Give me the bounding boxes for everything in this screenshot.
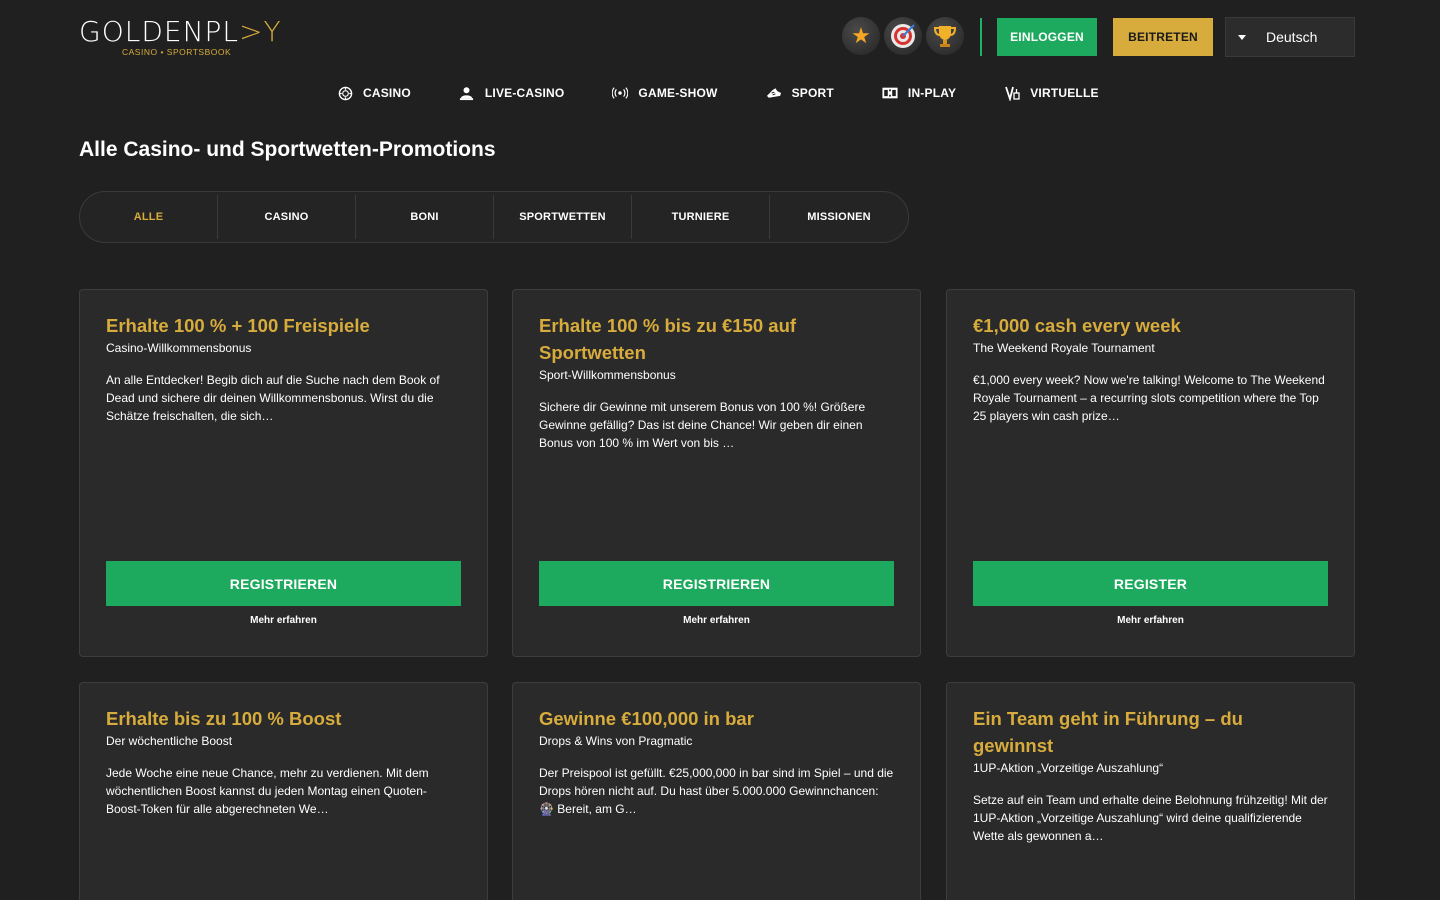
promo-description: Jede Woche eine neue Chance, mehr zu ver… <box>106 766 429 816</box>
promo-description: Der Preispool ist gefüllt. €25,000,000 i… <box>539 766 894 816</box>
promo-card: €1,000 cash every week The Weekend Royal… <box>946 289 1355 657</box>
nav-item-sport[interactable]: SPORT <box>766 85 834 101</box>
learn-more-link[interactable]: Mehr erfahren <box>973 615 1328 626</box>
casino-chip-icon <box>337 85 353 101</box>
goldenplay-logo[interactable]: GOLDENPL>Y CASINO • SPORTSBOOK <box>79 15 282 60</box>
language-select[interactable]: Deutsch <box>1225 17 1355 57</box>
promo-title: Gewinne €100,000 in bar <box>539 708 754 729</box>
broadcast-icon <box>612 85 629 101</box>
sport-shoe-icon <box>766 85 782 101</box>
tab-boni[interactable]: BONI <box>356 195 494 239</box>
promo-title: Ein Team geht in Führung – du gewinnst <box>973 708 1243 756</box>
promo-card: Erhalte 100 % + 100 Freispiele Casino-Wi… <box>79 289 488 657</box>
nav-item-casino[interactable]: CASINO <box>337 85 411 101</box>
page-title: Alle Casino- und Sportwetten-Promotions <box>79 138 496 161</box>
register-button[interactable]: REGISTRIEREN <box>106 561 461 606</box>
logo-text-main: GOLDENPL <box>79 15 240 48</box>
nav-item-virtual[interactable]: VIRTUELLE <box>1004 85 1098 101</box>
tab-missionen[interactable]: MISSIONEN <box>770 195 908 239</box>
promo-card: Gewinne €100,000 in bar Drops & Wins von… <box>512 682 921 900</box>
promo-card: Erhalte 100 % bis zu €150 auf Sportwette… <box>512 289 921 657</box>
nav-label: LIVE-CASINO <box>484 86 565 100</box>
login-button[interactable]: EINLOGGEN <box>997 18 1097 56</box>
logo-text-accent: >Y <box>239 15 282 48</box>
join-button[interactable]: BEITRETEN <box>1113 18 1213 56</box>
main-navigation: CASINO LIVE-CASINO GAME-SHOW SPORT IN-PL… <box>337 80 1099 106</box>
tab-sportwetten[interactable]: SPORTWETTEN <box>494 195 632 239</box>
promo-subtitle: Der wöchentliche Boost <box>106 734 233 748</box>
promo-description: Setze auf ein Team und erhalte deine Bel… <box>973 793 1328 843</box>
nav-label: VIRTUELLE <box>1030 86 1099 100</box>
promo-title: €1,000 cash every week <box>973 315 1181 336</box>
learn-more-link[interactable]: Mehr erfahren <box>539 615 894 626</box>
star-icon[interactable]: ★ <box>842 17 880 55</box>
language-label: Deutsch <box>1266 29 1318 45</box>
promo-subtitle: The Weekend Royale Tournament <box>973 341 1155 355</box>
promo-title: Erhalte 100 % + 100 Freispiele <box>106 315 370 336</box>
nav-item-in-play[interactable]: IN-PLAY <box>882 85 956 101</box>
promo-subtitle: Casino-Willkommensbonus <box>106 341 252 355</box>
live-dealer-icon <box>459 85 475 101</box>
promo-title: Erhalte bis zu 100 % Boost <box>106 708 342 729</box>
promo-title: Erhalte 100 % bis zu €150 auf Sportwette… <box>539 315 797 363</box>
caret-down-icon <box>1238 34 1246 40</box>
scoreboard-icon <box>882 85 898 101</box>
promo-subtitle: Sport-Willkommensbonus <box>539 368 676 382</box>
trophy-icon[interactable] <box>926 17 964 55</box>
register-button[interactable]: REGISTER <box>973 561 1328 606</box>
promo-card: Ein Team geht in Führung – du gewinnst 1… <box>946 682 1355 900</box>
learn-more-link[interactable]: Mehr erfahren <box>106 615 461 626</box>
nav-label: GAME-SHOW <box>638 86 718 100</box>
virtual-icon <box>1004 85 1020 101</box>
promo-filter-tabs: ALLE CASINO BONI SPORTWETTEN TURNIERE MI… <box>79 191 909 243</box>
header-divider <box>980 18 982 56</box>
promo-description: An alle Entdecker! Begib dich auf die Su… <box>106 373 440 423</box>
promo-subtitle: 1UP-Aktion „Vorzeitige Auszahlung“ <box>973 761 1164 775</box>
nav-label: SPORT <box>791 86 834 100</box>
nav-item-game-show[interactable]: GAME-SHOW <box>612 85 717 101</box>
target-icon[interactable] <box>884 17 922 55</box>
tab-casino[interactable]: CASINO <box>218 195 356 239</box>
tab-turniere[interactable]: TURNIERE <box>632 195 770 239</box>
promo-description: Sichere dir Gewinne mit unserem Bonus vo… <box>539 400 866 450</box>
promo-description: €1,000 every week? Now we're talking! We… <box>973 373 1325 423</box>
nav-label: CASINO <box>363 86 411 100</box>
logo-subtitle: CASINO • SPORTSBOOK <box>122 47 232 57</box>
nav-item-live-casino[interactable]: LIVE-CASINO <box>459 85 565 101</box>
tab-alle[interactable]: ALLE <box>80 195 218 239</box>
nav-label: IN-PLAY <box>907 86 957 100</box>
register-button[interactable]: REGISTRIEREN <box>539 561 894 606</box>
rewards-badges: ★ <box>842 17 964 55</box>
header: GOLDENPL>Y CASINO • SPORTSBOOK ★ EINLOGG… <box>0 0 1440 72</box>
promo-subtitle: Drops & Wins von Pragmatic <box>539 734 693 748</box>
promo-card: Erhalte bis zu 100 % Boost Der wöchentli… <box>79 682 488 900</box>
